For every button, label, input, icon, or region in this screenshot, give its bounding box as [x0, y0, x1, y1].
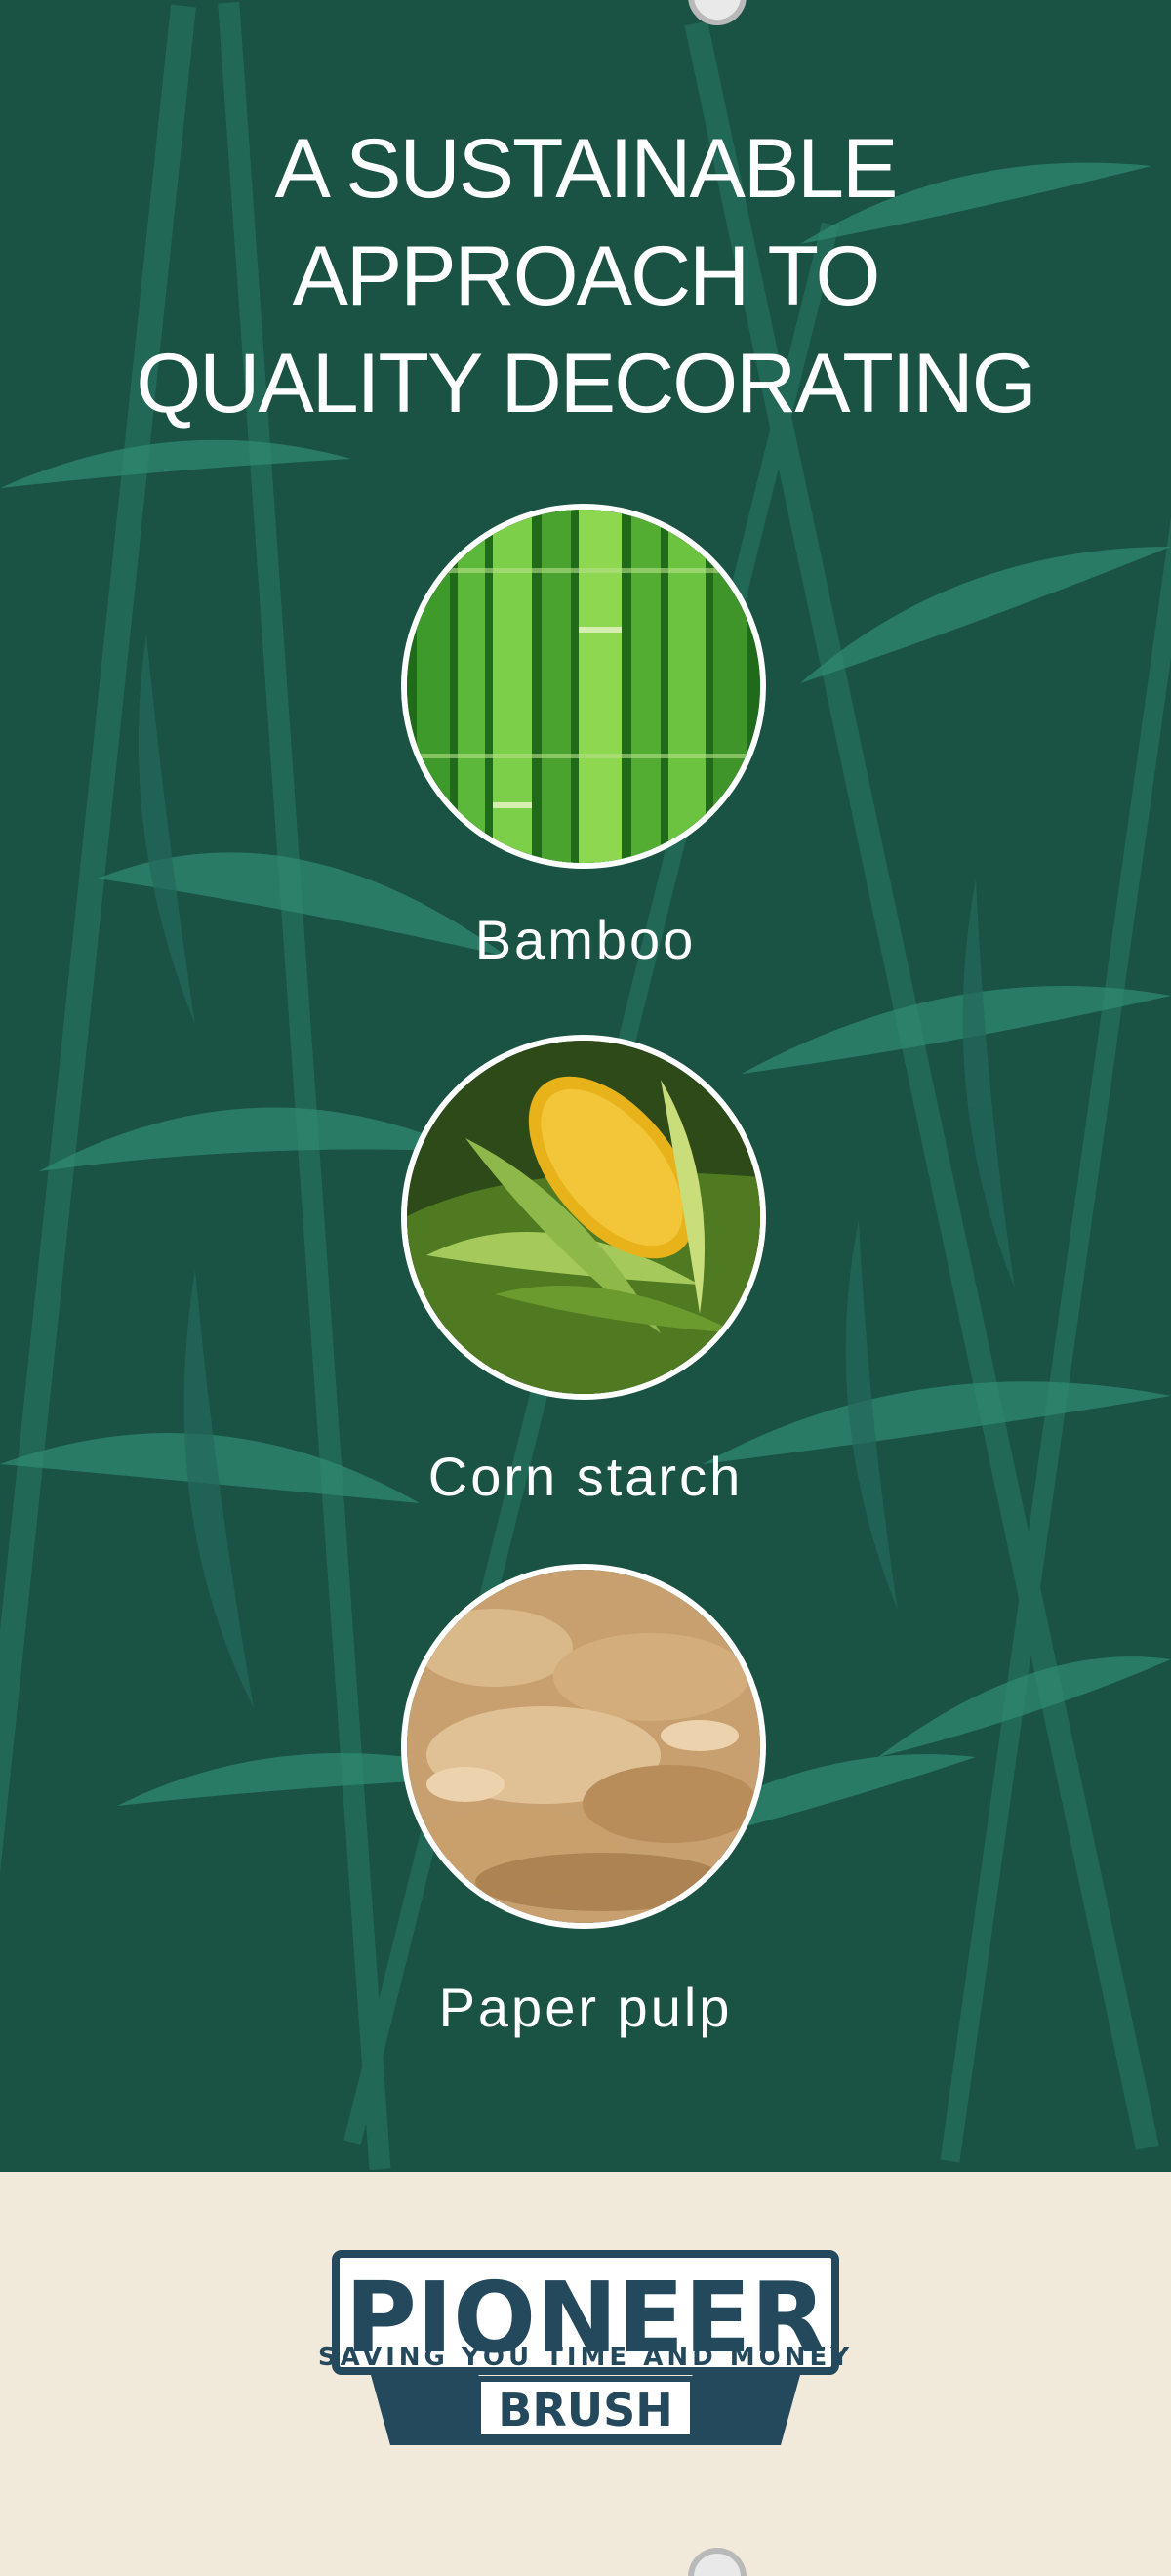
bamboo-label: Bamboo	[474, 909, 697, 970]
headline-line-2: APPROACH TO	[292, 229, 881, 323]
paper-pulp-label: Paper pulp	[438, 1977, 733, 2038]
corn-starch-label: Corn starch	[427, 1446, 744, 1507]
banner: A SUSTAINABLE APPROACH TO QUALITY DECORA…	[0, 0, 1171, 2576]
tagline: SAVING YOU TIME AND MONEY	[317, 2343, 854, 2372]
headline: A SUSTAINABLE APPROACH TO QUALITY DECORA…	[59, 115, 1112, 437]
logo-text-brush: BRUSH	[498, 2384, 672, 2436]
corn-image	[401, 1035, 766, 1400]
bamboo-image	[401, 504, 766, 869]
cream-footer-panel: PIONEER BRUSH	[0, 2172, 1171, 2576]
paper-pulp-image	[401, 1564, 766, 1929]
headline-line-3: QUALITY DECORATING	[136, 337, 1036, 430]
headline-line-1: A SUSTAINABLE	[274, 122, 899, 216]
